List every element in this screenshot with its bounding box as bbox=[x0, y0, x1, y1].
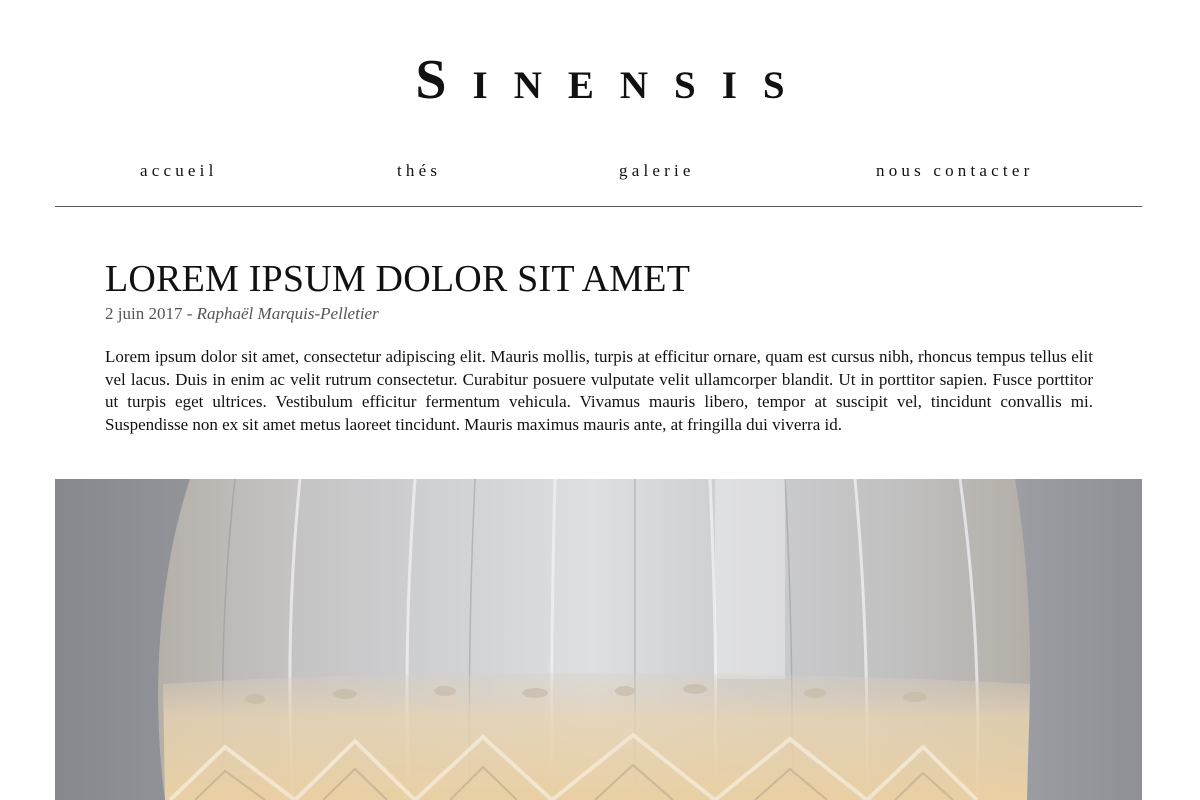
nav-item-accueil[interactable]: accueil bbox=[140, 158, 218, 184]
main-nav: accueil thés galerie nous contacter bbox=[55, 158, 1142, 188]
article-meta: 2 juin 2017 - Raphaël Marquis-Pelletier bbox=[105, 302, 1093, 326]
site-title[interactable]: Sinensis bbox=[0, 40, 1200, 120]
meta-separator: - bbox=[182, 304, 197, 323]
nav-item-galerie[interactable]: galerie bbox=[619, 158, 695, 184]
article-photo bbox=[55, 479, 1142, 800]
article-author: Raphaël Marquis-Pelletier bbox=[196, 304, 379, 323]
nav-item-thes[interactable]: thés bbox=[397, 158, 441, 184]
page: Sinensis accueil thés galerie nous conta… bbox=[0, 0, 1200, 800]
glass-illustration bbox=[55, 479, 1142, 800]
nav-item-nous-contacter[interactable]: nous contacter bbox=[876, 158, 1033, 184]
article-body: Lorem ipsum dolor sit amet, consectetur … bbox=[105, 347, 1093, 434]
article-title[interactable]: LOREM IPSUM DOLOR SIT AMET bbox=[105, 256, 1093, 302]
header-divider bbox=[55, 206, 1142, 207]
article-date: 2 juin 2017 bbox=[105, 304, 183, 323]
article: LOREM IPSUM DOLOR SIT AMET 2 juin 2017 -… bbox=[105, 256, 1093, 453]
